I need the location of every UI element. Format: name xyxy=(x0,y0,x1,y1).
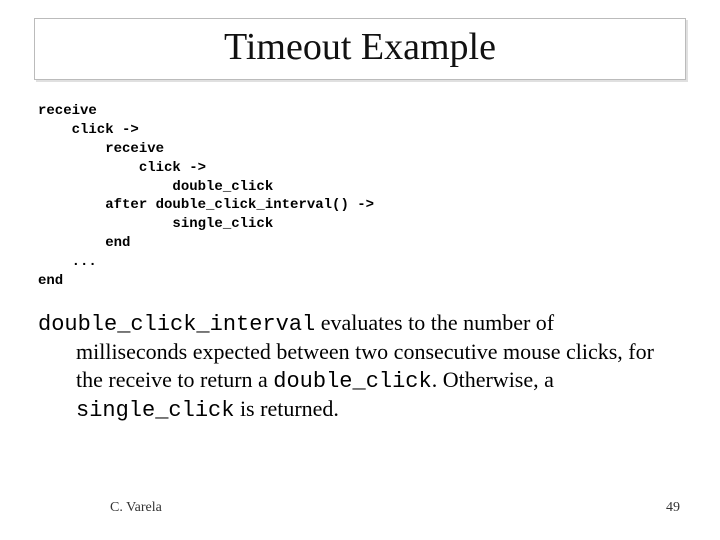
desc-body: milliseconds expected between two consec… xyxy=(76,338,682,425)
desc-text-4: is returned. xyxy=(234,396,338,421)
desc-text-3: . Otherwise, a xyxy=(432,367,554,392)
description: double_click_interval evaluates to the n… xyxy=(38,309,682,425)
desc-text-1: evaluates to the number of xyxy=(315,310,554,335)
desc-code-1: double_click_interval xyxy=(38,312,315,337)
footer-author: C. Varela xyxy=(110,500,162,516)
title-box: Timeout Example xyxy=(34,18,686,80)
code-block: receive click -> receive click -> double… xyxy=(38,102,686,291)
footer-page-number: 49 xyxy=(666,500,680,516)
desc-code-3: single_click xyxy=(76,398,234,423)
desc-code-2: double_click xyxy=(273,369,431,394)
slide: Timeout Example receive click -> receive… xyxy=(0,0,720,540)
slide-title: Timeout Example xyxy=(43,25,677,69)
